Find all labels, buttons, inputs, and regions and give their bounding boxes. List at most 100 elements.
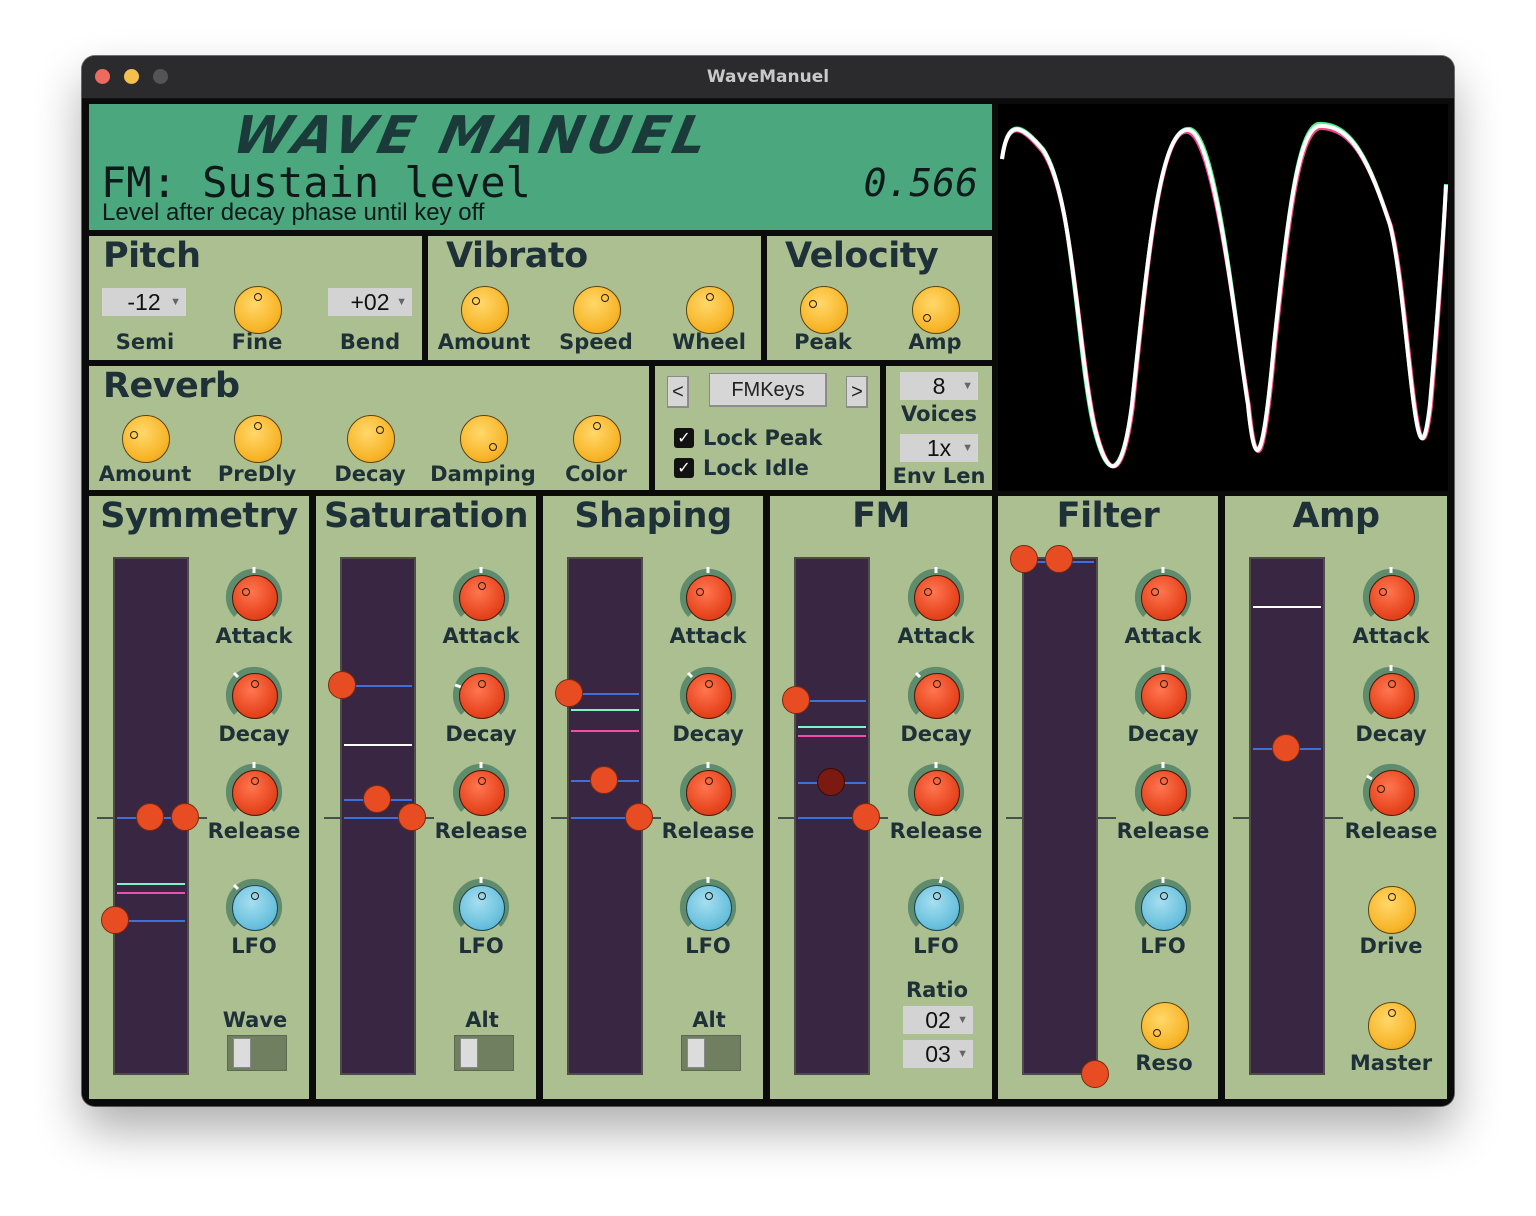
reverb-title: Reverb (103, 366, 240, 406)
vibrato-title: Vibrato (446, 236, 588, 276)
filter-lfo-knob[interactable] (1141, 885, 1187, 931)
waveform-display (998, 104, 1448, 491)
saturation-attack-knob[interactable] (459, 575, 505, 621)
filter-handle-1[interactable] (1010, 545, 1038, 573)
saturation-attack-label: Attack (442, 624, 520, 648)
reverb-damping-label: Damping (430, 462, 536, 486)
vibrato-speed-label: Speed (559, 330, 633, 354)
velocity-amp-knob[interactable] (912, 286, 960, 334)
semi-select[interactable]: -12 ▼ (102, 288, 186, 316)
reverb-predly-knob[interactable] (234, 415, 282, 463)
amp-drive-knob[interactable] (1368, 886, 1416, 934)
preset-name-button[interactable]: FMKeys (709, 373, 827, 407)
fm-attack-knob[interactable] (914, 575, 960, 621)
shaping-title: Shaping (574, 496, 732, 536)
symmetry-wave-toggle[interactable] (227, 1035, 287, 1071)
saturation-decay-knob[interactable] (459, 673, 505, 719)
amp-master-knob[interactable] (1368, 1002, 1416, 1050)
env-len-select[interactable]: 1x ▼ (900, 434, 978, 462)
filter-release-knob[interactable] (1141, 770, 1187, 816)
fm-attack-label: Attack (897, 624, 975, 648)
saturation-handle-1[interactable] (328, 671, 356, 699)
chevron-down-icon: ▼ (396, 296, 407, 308)
shaping-handle-2[interactable] (590, 766, 618, 794)
title-bar: WaveManuel (82, 56, 1454, 99)
vibrato-amount-knob[interactable] (461, 286, 509, 334)
voices-select[interactable]: 8 ▼ (900, 372, 978, 400)
reverb-color-knob[interactable] (573, 415, 621, 463)
prev-preset-button[interactable]: < (667, 376, 689, 408)
filter-decay-knob[interactable] (1141, 673, 1187, 719)
amp-decay-knob[interactable] (1369, 673, 1415, 719)
filter-release-label: Release (1116, 819, 1210, 843)
fm-handle-1[interactable] (782, 686, 810, 714)
saturation-release-knob[interactable] (459, 770, 505, 816)
saturation-release-label: Release (434, 819, 528, 843)
symmetry-release-knob[interactable] (232, 770, 278, 816)
app-window: WaveManuel WAVE MANUEL FM: Sustain level… (82, 56, 1454, 1106)
voices-panel: 8 ▼ Voices 1x ▼ Env Len (886, 366, 992, 490)
shaping-release-knob[interactable] (686, 770, 732, 816)
shaping-panel: Shaping Attack Decay Release LFO Alt (543, 496, 763, 1099)
saturation-handle-2[interactable] (363, 785, 391, 813)
amp-drive-label: Drive (1359, 934, 1423, 958)
semi-label: Semi (115, 330, 175, 354)
velocity-panel: Velocity Peak Amp (767, 236, 992, 360)
filter-reso-knob[interactable] (1141, 1002, 1189, 1050)
symmetry-attack-knob[interactable] (232, 575, 278, 621)
fm-decay-knob[interactable] (914, 673, 960, 719)
voices-label: Voices (901, 402, 977, 426)
shaping-lfo-knob[interactable] (686, 885, 732, 931)
reverb-amount-knob[interactable] (122, 415, 170, 463)
filter-mod-display[interactable] (1022, 557, 1098, 1075)
velocity-peak-knob[interactable] (800, 286, 848, 334)
filter-decay-label: Decay (1127, 722, 1199, 746)
filter-attack-label: Attack (1124, 624, 1202, 648)
velocity-peak-label: Peak (794, 330, 852, 354)
amp-attack-label: Attack (1352, 624, 1430, 648)
amp-release-knob[interactable] (1369, 770, 1415, 816)
amp-mod-display[interactable] (1249, 557, 1325, 1075)
shaping-handle-1[interactable] (555, 679, 583, 707)
lock-idle-checkbox[interactable]: ✓ (674, 458, 694, 478)
amp-handle-1[interactable] (1272, 734, 1300, 762)
reverb-damping-knob[interactable] (460, 415, 508, 463)
bend-select[interactable]: +02 ▼ (328, 288, 412, 316)
amp-attack-knob[interactable] (1369, 575, 1415, 621)
symmetry-lfo-knob[interactable] (232, 885, 278, 931)
bend-label: Bend (339, 330, 401, 354)
next-preset-button[interactable]: > (846, 376, 868, 408)
fine-knob[interactable] (234, 286, 282, 334)
plugin-content: WAVE MANUEL FM: Sustain level 0.566 Leve… (82, 99, 1454, 1106)
shaping-attack-knob[interactable] (686, 575, 732, 621)
vibrato-wheel-knob[interactable] (686, 286, 734, 334)
shaping-alt-toggle[interactable] (681, 1035, 741, 1071)
saturation-decay-label: Decay (445, 722, 517, 746)
env-len-label: Env Len (892, 464, 986, 488)
fm-ratio-select-2[interactable]: 03 ▼ (903, 1040, 973, 1068)
saturation-alt-toggle[interactable] (454, 1035, 514, 1071)
fine-label: Fine (231, 330, 283, 354)
reverb-decay-knob[interactable] (347, 415, 395, 463)
shaping-lfo-label: LFO (685, 934, 731, 958)
fm-lfo-knob[interactable] (914, 885, 960, 931)
symmetry-release-label: Release (207, 819, 301, 843)
fm-handle-2[interactable] (817, 768, 845, 796)
fm-lfo-label: LFO (913, 934, 959, 958)
shaping-decay-knob[interactable] (686, 673, 732, 719)
saturation-lfo-knob[interactable] (459, 885, 505, 931)
filter-handle-2[interactable] (1045, 545, 1073, 573)
filter-attack-knob[interactable] (1141, 575, 1187, 621)
symmetry-handle-3[interactable] (101, 906, 129, 934)
chevron-down-icon: ▼ (957, 1014, 968, 1026)
fm-ratio-select-1[interactable]: 02 ▼ (903, 1006, 973, 1034)
lock-idle-label: Lock Idle (703, 456, 809, 480)
vibrato-speed-knob[interactable] (573, 286, 621, 334)
lock-peak-checkbox[interactable]: ✓ (674, 428, 694, 448)
symmetry-handle-1[interactable] (136, 803, 164, 831)
logo: WAVE MANUEL (227, 106, 717, 166)
amp-title: Amp (1292, 496, 1380, 536)
fm-release-knob[interactable] (914, 770, 960, 816)
symmetry-attack-label: Attack (215, 624, 293, 648)
symmetry-decay-knob[interactable] (232, 673, 278, 719)
